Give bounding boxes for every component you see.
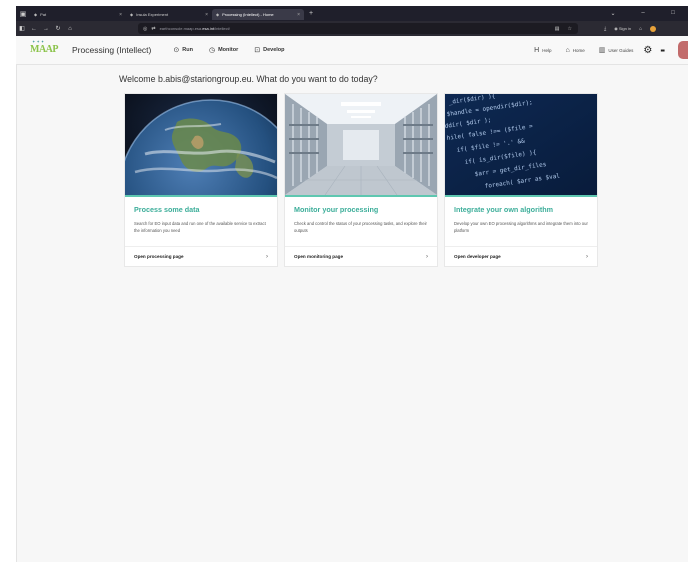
tab-label: Pat: [40, 12, 47, 17]
nav-run[interactable]: ⊙ Run: [173, 46, 193, 54]
maap-logo[interactable]: ✦ ✦ ✦ MAAP: [30, 39, 60, 61]
card-title: Integrate your own algorithm: [454, 205, 554, 214]
url-host: esa.int: [202, 26, 215, 31]
card-accent-bar: [125, 195, 277, 197]
app-header: ✦ ✦ ✦ MAAP Processing (Intellect) ⊙ Run …: [16, 36, 688, 65]
code-screen-image: _dir($dir) ){ $handle = opendir($dir); d…: [445, 94, 597, 195]
nav-help[interactable]: H Help: [534, 47, 551, 54]
close-icon[interactable]: ×: [297, 12, 300, 18]
nav-user-guides-label: User Guides: [608, 47, 634, 53]
chevron-right-icon: ›: [266, 253, 268, 260]
card-link-label: Open developer page: [454, 254, 501, 259]
page-content: Welcome b.abis@stariongroup.eu. What do …: [16, 65, 688, 562]
open-processing-page-link[interactable]: Open processing page ›: [125, 246, 277, 266]
site-info-icon[interactable]: ⇄: [151, 26, 155, 32]
app-title: Processing (Intellect): [72, 45, 152, 55]
card-title: Process some data: [134, 205, 200, 214]
nav-home-label: Home: [572, 47, 585, 53]
card-description: Check and control the status of your pro…: [294, 221, 427, 233]
card-title: Monitor your processing: [294, 205, 379, 214]
profile-icon[interactable]: [650, 25, 657, 32]
extensions-icon[interactable]: ⌂: [639, 26, 642, 32]
home-icon[interactable]: ⌂: [64, 26, 76, 32]
avatar[interactable]: [678, 41, 688, 59]
close-icon[interactable]: ×: [119, 12, 122, 18]
home-icon: ⌂: [565, 46, 570, 54]
maximize-icon[interactable]: □: [658, 10, 688, 17]
download-icon[interactable]: ⤓: [604, 26, 606, 32]
tab-favicon-icon: ◆: [34, 12, 38, 17]
chevron-down-icon[interactable]: ⌄: [598, 10, 628, 17]
welcome-message: Welcome b.abis@stariongroup.eu. What do …: [119, 74, 378, 84]
back-icon[interactable]: ←: [28, 26, 40, 32]
book-icon: ▥: [598, 47, 606, 54]
card-description: Develop your own EO processing algorithm…: [454, 221, 588, 233]
reload-icon[interactable]: ↻: [52, 25, 64, 32]
nav-monitor[interactable]: ◷ Monitor: [209, 46, 238, 54]
nav-monitor-label: Monitor: [218, 47, 239, 53]
open-monitoring-page-link[interactable]: Open monitoring page ›: [285, 246, 437, 266]
nav-home[interactable]: ⌂ Home: [565, 47, 584, 54]
sign-in-button[interactable]: ◉ Sign in: [614, 26, 631, 31]
chevron-right-icon: ›: [426, 253, 428, 260]
tab-label: Insula Experiment: [136, 12, 169, 17]
address-bar[interactable]: ◎ ⇄ earthconsole.maap.esa. esa.int/intell…: [138, 23, 578, 34]
help-icon: H: [534, 46, 540, 54]
server-room-image: [285, 94, 437, 195]
minimize-icon[interactable]: –: [628, 10, 658, 17]
card-accent-bar: [285, 195, 437, 197]
gauge-icon: ◷: [208, 47, 216, 54]
browser-tab-3[interactable]: ◆ Processing (Intellect) - Home ×: [212, 9, 304, 20]
bookmark-star-icon[interactable]: ☆: [568, 26, 572, 32]
card-accent-bar: [445, 195, 597, 197]
apps-grid-icon[interactable]: ▪▪: [660, 46, 665, 55]
window-controls: ⌄ – □: [598, 10, 688, 17]
tab-favicon-icon: ◆: [130, 12, 134, 17]
tab-label: Processing (Intellect) - Home: [222, 12, 274, 17]
nav-run-label: Run: [182, 47, 193, 53]
right-nav: H Help ⌂ Home ▥ User Guides ⚙ ▪▪: [534, 41, 688, 59]
browser-tab-2[interactable]: ◆ Insula Experiment ×: [126, 9, 212, 20]
sidebar-toggle-icon[interactable]: ◧: [16, 25, 28, 32]
nav-help-label: Help: [542, 47, 552, 53]
nav-develop[interactable]: ⊡ Develop: [254, 46, 284, 54]
chevron-right-icon: ›: [586, 253, 588, 260]
browser-nav-bar: ◧ ← → ↻ ⌂ ◎ ⇄ earthconsole.maap.esa. esa.…: [16, 21, 688, 36]
tab-favicon-icon: ◆: [216, 12, 220, 17]
nav-user-guides[interactable]: ▥ User Guides: [599, 46, 634, 54]
close-icon[interactable]: ×: [205, 12, 208, 18]
new-tab-button[interactable]: +: [304, 10, 318, 17]
reader-view-icon[interactable]: ▤: [555, 26, 560, 32]
browser-tab-bar: ▣ ◆ Pat × ◆ Insula Experiment × ◆ Proces…: [16, 6, 688, 21]
browser-tab-1[interactable]: ◆ Pat ×: [30, 9, 126, 20]
play-circle-icon: ⊙: [173, 47, 180, 54]
forward-icon[interactable]: →: [40, 26, 52, 32]
logo-wordmark: MAAP: [30, 44, 59, 55]
card-monitor-processing: Monitor your processing Check and contro…: [284, 93, 438, 267]
card-integrate-algorithm: _dir($dir) ){ $handle = opendir($dir); d…: [444, 93, 598, 267]
url-prefix: earthconsole.maap.esa.: [159, 26, 203, 31]
earth-globe-image: [125, 94, 277, 195]
nav-develop-label: Develop: [263, 47, 285, 53]
card-description: Search for EO input data and run one of …: [134, 221, 266, 233]
open-developer-page-link[interactable]: Open developer page ›: [445, 246, 597, 266]
url-path: /intellect/: [214, 26, 230, 31]
shield-icon[interactable]: ◎: [143, 26, 147, 32]
card-process-data: Process some data Search for EO input da…: [124, 93, 278, 267]
terminal-icon: ⊡: [254, 47, 261, 54]
card-link-label: Open processing page: [134, 254, 184, 259]
window-menu-icon[interactable]: ▣: [16, 6, 30, 21]
card-link-label: Open monitoring page: [294, 254, 343, 259]
main-nav: ⊙ Run ◷ Monitor ⊡ Develop: [173, 46, 284, 54]
gear-icon[interactable]: ⚙: [643, 45, 652, 56]
